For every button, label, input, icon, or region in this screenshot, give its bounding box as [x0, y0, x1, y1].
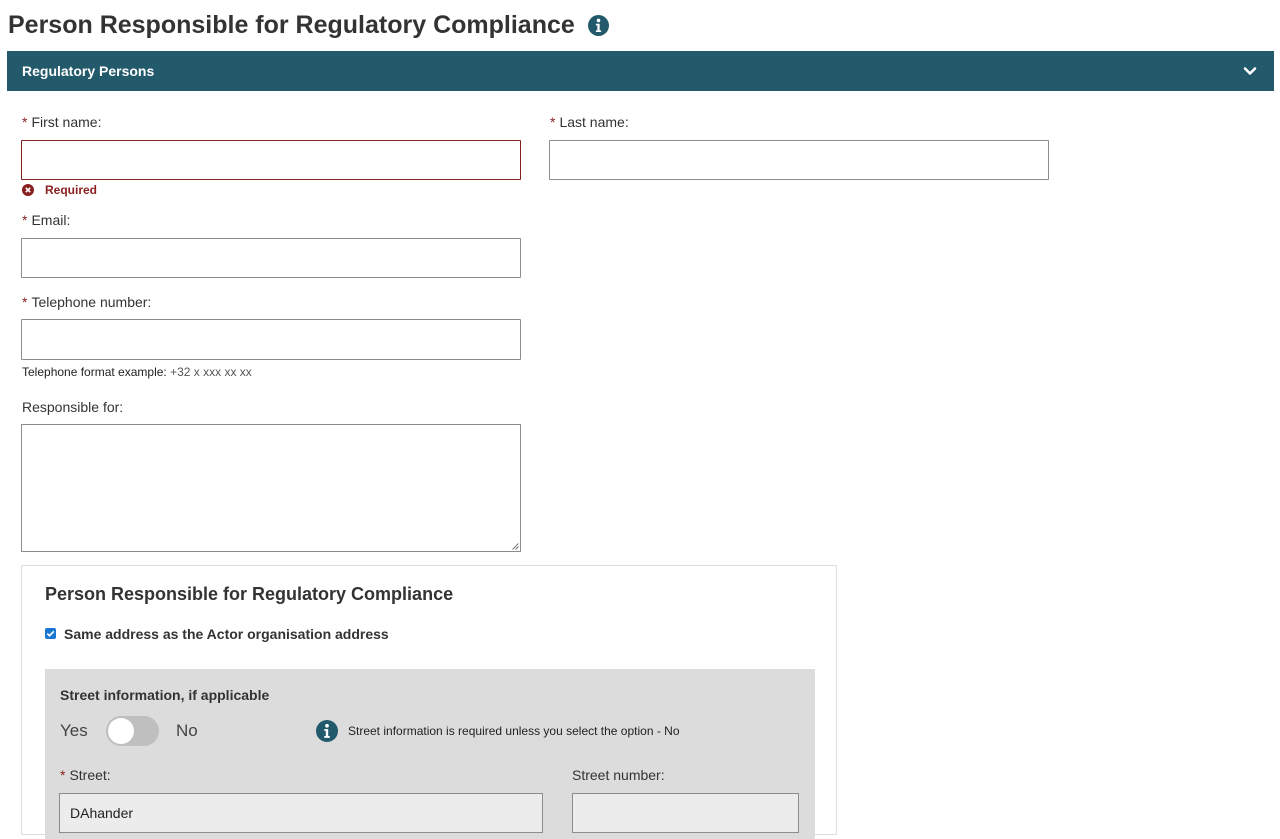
- panel-title: Regulatory Persons: [22, 63, 155, 79]
- first-name-error: Required: [22, 183, 97, 197]
- toggle-no-label: No: [176, 721, 198, 740]
- responsible-for-textarea[interactable]: [21, 424, 521, 552]
- same-address-label[interactable]: Same address as the Actor organisation a…: [64, 626, 389, 642]
- street-number-input[interactable]: [572, 793, 799, 833]
- page-title: Person Responsible for Regulatory Compli…: [8, 11, 575, 39]
- required-marker: *: [22, 294, 28, 310]
- error-circle-icon: [22, 184, 34, 196]
- toggle-yes-label: Yes: [60, 721, 88, 740]
- first-name-input[interactable]: [21, 140, 521, 180]
- resize-grip-icon[interactable]: [511, 542, 519, 550]
- street-info-toggle[interactable]: [106, 716, 159, 746]
- last-name-label: * Last name:: [550, 114, 629, 130]
- toggle-knob[interactable]: [108, 718, 134, 744]
- address-section-title: Person Responsible for Regulatory Compli…: [45, 584, 454, 604]
- street-info-box: Street information, if applicable Yes No…: [45, 669, 815, 839]
- street-info-heading: Street information, if applicable: [60, 687, 270, 703]
- street-info-note: Street information is required unless yo…: [348, 724, 680, 738]
- required-marker: *: [22, 114, 28, 130]
- address-section: Person Responsible for Regulatory Compli…: [21, 565, 837, 839]
- telephone-input[interactable]: [21, 319, 521, 360]
- telephone-label: * Telephone number:: [22, 294, 152, 310]
- required-marker: *: [22, 212, 28, 228]
- chevron-down-icon[interactable]: [1243, 64, 1257, 78]
- info-circle-icon[interactable]: [588, 15, 609, 36]
- same-address-checkbox[interactable]: [45, 628, 56, 639]
- required-marker: *: [60, 767, 66, 783]
- street-label: * Street:: [60, 767, 111, 783]
- regulatory-persons-panel-header[interactable]: Regulatory Persons: [7, 51, 1274, 91]
- street-input[interactable]: DAhander: [59, 793, 543, 833]
- required-marker: *: [550, 114, 556, 130]
- last-name-input[interactable]: [549, 140, 1049, 180]
- street-number-label: Street number:: [572, 767, 665, 783]
- responsible-for-label: Responsible for:: [22, 399, 124, 415]
- email-label: * Email:: [22, 212, 71, 228]
- telephone-format-hint: Telephone format example: +32 x xxx xx x…: [22, 365, 252, 379]
- first-name-label: * First name:: [22, 114, 102, 130]
- email-input[interactable]: [21, 238, 521, 278]
- info-circle-icon[interactable]: [316, 720, 338, 742]
